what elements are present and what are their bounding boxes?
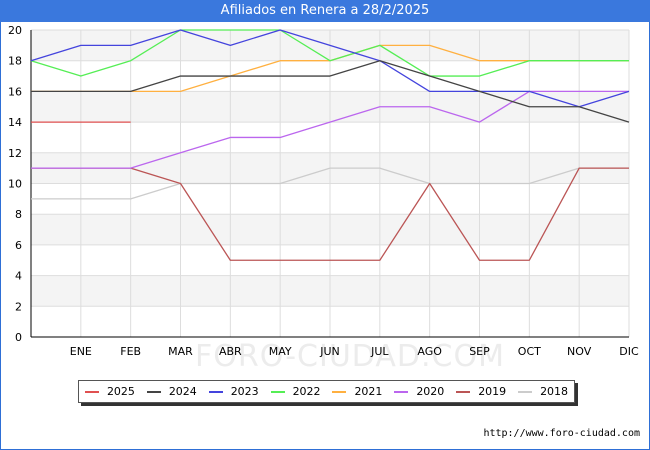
legend-item-2019: 2019 (456, 385, 506, 398)
x-tick-label: NOV (567, 345, 592, 358)
y-tick-label: 20 (8, 24, 22, 37)
x-tick-label: ENE (70, 345, 92, 358)
source-url: http://www.foro-ciudad.com (483, 428, 640, 439)
legend-label: 2023 (230, 385, 259, 398)
legend-item-2020: 2020 (394, 385, 444, 398)
legend-swatch (394, 390, 409, 393)
legend-swatch (518, 390, 533, 393)
x-tick-label: OCT (518, 345, 541, 358)
legend-label: 2021 (354, 385, 383, 398)
y-tick-label: 2 (15, 300, 22, 313)
x-tick-label: DIC (619, 345, 639, 358)
legend-item-2023: 2023 (208, 385, 259, 398)
y-tick-label: 16 (8, 85, 22, 98)
y-tick-label: 6 (15, 239, 22, 252)
chart-legend: 2025 2024 2023 2022 2021 2020 2019 2018 (78, 380, 575, 403)
legend-label: 2025 (106, 385, 135, 398)
x-tick-label: FEB (120, 345, 141, 358)
x-tick-label: SEP (469, 345, 490, 358)
legend-item-2022: 2022 (270, 385, 321, 398)
legend-item-2024: 2024 (146, 385, 197, 398)
y-tick-label: 18 (8, 55, 22, 68)
y-tick-label: 4 (15, 270, 22, 283)
legend-label: 2024 (168, 385, 197, 398)
x-tick-label: ABR (219, 345, 242, 358)
y-tick-label: 12 (8, 147, 22, 160)
x-tick-label: MAR (168, 345, 193, 358)
y-tick-label: 10 (8, 178, 22, 191)
y-tick-label: 0 (15, 331, 22, 344)
legend-item-2025: 2025 (84, 385, 135, 398)
legend-swatch (332, 390, 347, 393)
x-tick-label: JUL (370, 345, 389, 358)
legend-item-2018: 2018 (518, 385, 568, 398)
legend-swatch (270, 390, 285, 393)
legend-swatch (208, 390, 223, 393)
legend-label: 2020 (416, 385, 445, 398)
y-tick-label: 8 (15, 208, 22, 221)
x-tick-label: MAY (269, 345, 292, 358)
legend-item-2021: 2021 (332, 385, 382, 398)
x-tick-label: JUN (319, 345, 340, 358)
x-tick-label: AGO (417, 345, 442, 358)
legend-label: 2018 (540, 385, 569, 398)
legend-swatch (84, 390, 99, 393)
legend-swatch (146, 390, 161, 393)
legend-swatch (456, 390, 471, 393)
legend-label: 2019 (478, 385, 507, 398)
y-tick-label: 14 (8, 116, 22, 129)
legend-label: 2022 (292, 385, 321, 398)
